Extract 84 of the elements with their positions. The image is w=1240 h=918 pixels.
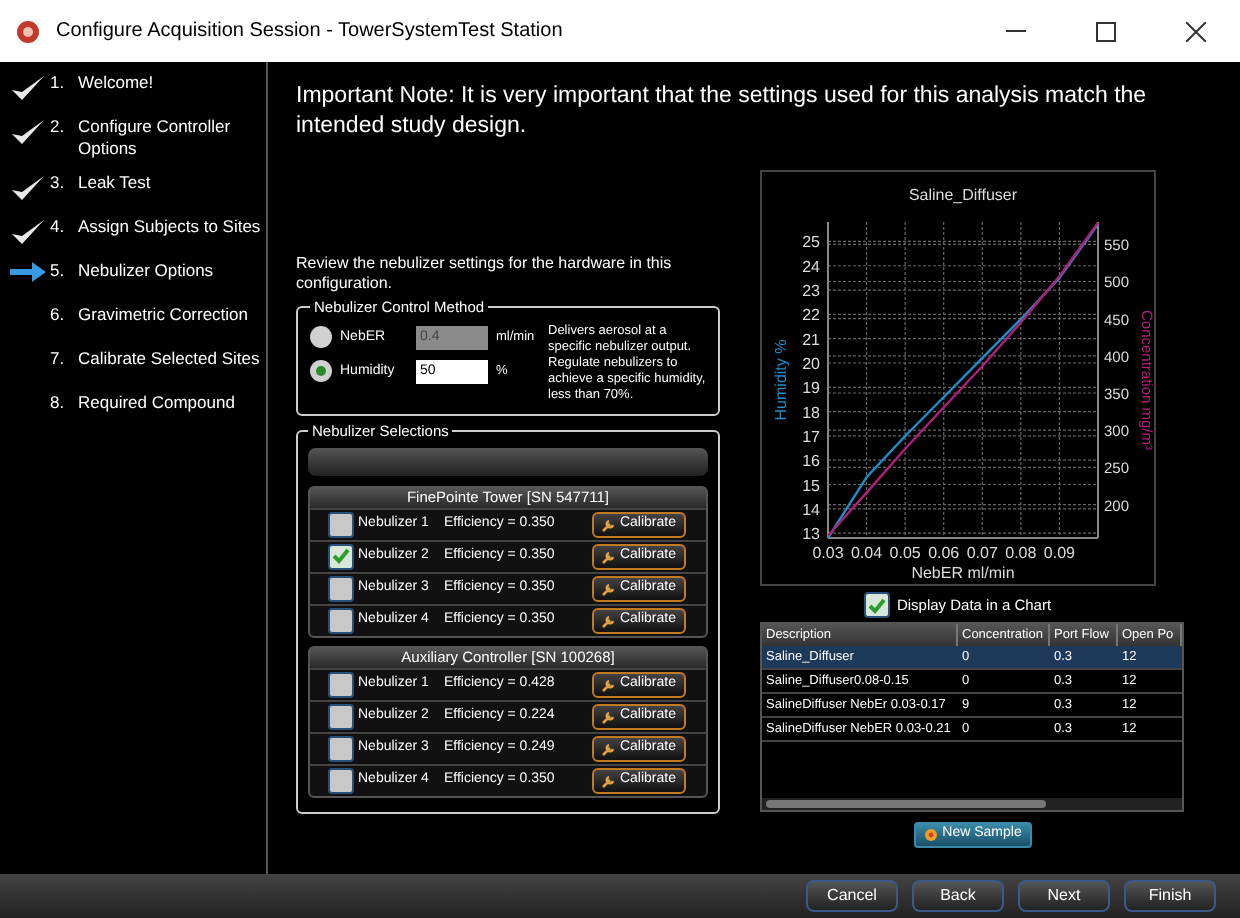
step-number: 4. <box>50 216 67 238</box>
wrench-icon <box>601 581 616 595</box>
step-number: 1. <box>50 72 67 94</box>
y-tick-label: 23 <box>802 282 822 301</box>
step-label: Configure Controller Options <box>78 116 233 160</box>
x-tick-label: 0.09 <box>1043 544 1077 562</box>
wrench-icon <box>601 709 616 723</box>
scrollbar-thumb[interactable] <box>766 800 1046 808</box>
review-text: Review the nebulizer settings for the hardware in this configuration. <box>296 254 674 294</box>
y-tick-label: 24 <box>802 257 822 276</box>
y-tick-label: 17 <box>802 427 822 446</box>
step-label: Nebulizer Options <box>78 260 214 282</box>
x-tick-label: 0.06 <box>928 544 961 562</box>
window-title: Configure Acquisition Session - TowerSystemTest Station <box>56 18 563 46</box>
wrench-icon <box>601 517 616 531</box>
y-tick-label: 21 <box>802 330 822 349</box>
arrow-icon <box>10 262 46 282</box>
step-number: 5. <box>50 260 67 282</box>
x-tick-label: 0.07 <box>966 544 999 562</box>
wrench-icon <box>601 613 616 627</box>
check-icon <box>10 174 46 202</box>
x-axis-label: NebER ml/min <box>911 564 1015 582</box>
x-tick-label: 0.05 <box>889 544 922 562</box>
step-item[interactable]: 8. Required Compound <box>10 392 266 424</box>
maximize-icon <box>1095 21 1115 41</box>
check-icon <box>10 218 46 246</box>
checkbox[interactable] <box>328 511 354 537</box>
checkbox[interactable] <box>328 671 354 697</box>
step-item[interactable]: 5. Nebulizer Options <box>10 260 266 292</box>
check-icon <box>10 118 46 146</box>
chart-title: Saline_Diffuser <box>908 186 1018 204</box>
step-item[interactable]: 7. Calibrate Selected Sites <box>10 348 266 380</box>
y-tick-label: 22 <box>802 306 822 325</box>
x-tick-label: 0.03 <box>812 544 845 562</box>
check-icon <box>868 597 887 613</box>
step-label: Calibrate Selected Sites <box>78 348 260 370</box>
x-tick-label: 0.08 <box>1005 544 1038 562</box>
y-tick-label: 15 <box>802 476 822 495</box>
radio-button[interactable] <box>310 360 332 383</box>
checkbox[interactable] <box>864 592 891 618</box>
y-tick-label: 19 <box>802 379 822 398</box>
checkbox[interactable] <box>328 703 354 729</box>
wrench-icon <box>601 773 616 787</box>
check-icon <box>10 74 46 102</box>
step-number: 3. <box>50 172 67 194</box>
step-number: 7. <box>50 348 67 370</box>
nav-button[interactable]: Next <box>1018 880 1110 912</box>
flower-icon <box>924 828 939 842</box>
nav-button[interactable]: Finish <box>1124 880 1216 912</box>
step-item[interactable]: 2. Configure Controller Options <box>10 116 266 160</box>
step-number: 6. <box>50 304 67 326</box>
step-number: 8. <box>50 392 67 414</box>
step-item[interactable]: 3. Leak Test <box>10 172 266 204</box>
app-icon <box>16 19 40 43</box>
step-label: Required Compound <box>78 392 235 414</box>
minimize-icon <box>1005 30 1025 32</box>
wrench-icon <box>601 677 616 691</box>
close-icon <box>1185 21 1205 41</box>
y-tick-label: 16 <box>802 452 822 471</box>
nav-button[interactable]: Cancel <box>806 880 898 912</box>
step-label: Welcome! <box>78 72 154 94</box>
wrench-icon <box>601 549 616 563</box>
step-label: Assign Subjects to Sites <box>78 216 261 238</box>
checkbox[interactable] <box>328 575 354 601</box>
check-icon <box>332 548 350 564</box>
y-tick-label: 25 <box>802 233 822 252</box>
wrench-icon <box>601 741 616 755</box>
checkbox[interactable] <box>328 767 354 793</box>
step-item[interactable]: 1. Welcome! <box>10 72 266 104</box>
step-item[interactable]: 6. Gravimetric Correction <box>10 304 266 336</box>
checkbox[interactable] <box>328 735 354 761</box>
step-number: 2. <box>50 116 67 138</box>
step-label: Leak Test <box>78 172 151 194</box>
x-tick-label: 0.04 <box>850 544 884 562</box>
step-item[interactable]: 4. Assign Subjects to Sites <box>10 216 266 248</box>
y-tick-label: 14 <box>802 500 822 519</box>
y-tick-label: 20 <box>802 354 822 373</box>
step-label: Gravimetric Correction <box>78 304 249 326</box>
checkbox[interactable] <box>328 607 354 633</box>
y-tick-label: 18 <box>802 403 822 422</box>
important-note: Important Note: It is very important that the settings used for this analysis match the intended study design. <box>296 82 1149 142</box>
nav-button[interactable]: Back <box>912 880 1004 912</box>
y-axis-label: Humidity % <box>772 339 790 421</box>
checkbox[interactable] <box>328 543 354 569</box>
